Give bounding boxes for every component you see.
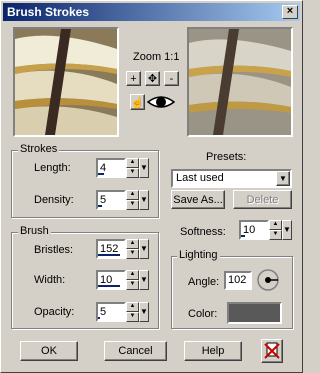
opacity-input[interactable]: 5 <box>96 302 126 322</box>
length-track <box>98 173 104 175</box>
bristles-track <box>98 254 120 256</box>
pan-button[interactable]: ✥ <box>145 71 160 86</box>
opacity-spinner[interactable]: 5 ▲ ▼ ▼ <box>96 302 149 322</box>
width-arrows[interactable]: ▲ ▼ <box>126 270 139 290</box>
bristles-dropdown[interactable]: ▼ <box>139 239 149 259</box>
lighting-group-label: Lighting <box>177 249 220 261</box>
length-input[interactable]: 4 <box>96 158 126 178</box>
before-preview-image <box>15 29 117 135</box>
eye-icon[interactable] <box>147 94 175 110</box>
angle-value: 102 <box>228 274 247 286</box>
save-as-button[interactable]: Save As... <box>171 190 225 209</box>
strokes-group-label: Strokes <box>18 143 60 155</box>
reset-glyph <box>264 342 280 359</box>
zoom-label: Zoom 1:1 <box>133 51 180 63</box>
presets-dropdown-arrow[interactable]: ▼ <box>276 171 290 186</box>
brush-strokes-dialog: Brush Strokes × Zoom 1:1 + ✥ - ☝ Strokes… <box>0 0 303 373</box>
width-label: Width: <box>34 274 66 286</box>
opacity-arrows[interactable]: ▲ ▼ <box>126 302 139 322</box>
hand-button[interactable]: ☝ <box>130 94 145 110</box>
softness-track <box>241 235 245 237</box>
opacity-label: Opacity: <box>34 306 75 318</box>
presets-selected: Last used <box>176 172 224 184</box>
softness-dropdown[interactable]: ▼ <box>282 220 292 240</box>
angle-dial[interactable] <box>256 268 280 292</box>
bristles-arrows[interactable]: ▲ ▼ <box>126 239 139 259</box>
bristles-label: Bristles: <box>34 244 74 256</box>
width-spinner[interactable]: 10 ▲ ▼ ▼ <box>96 270 149 290</box>
length-dropdown[interactable]: ▼ <box>139 158 149 178</box>
angle-label: Angle: <box>188 276 220 288</box>
length-arrows[interactable]: ▲ ▼ <box>126 158 139 178</box>
dialog-title: Brush Strokes <box>7 5 90 19</box>
opacity-value: 5 <box>100 306 107 318</box>
width-track <box>98 285 120 287</box>
angle-input[interactable]: 102 <box>224 271 252 290</box>
width-dropdown[interactable]: ▼ <box>139 270 149 290</box>
length-label: Length: <box>34 162 71 174</box>
before-preview <box>13 27 119 137</box>
density-dropdown[interactable]: ▼ <box>139 190 149 210</box>
presets-label: Presets: <box>206 151 247 163</box>
softness-input[interactable]: 10 <box>239 220 269 240</box>
density-input[interactable]: 5 <box>96 190 126 210</box>
cancel-button[interactable]: Cancel <box>104 341 167 361</box>
bristles-spinner[interactable]: 152 ▲ ▼ ▼ <box>96 239 149 259</box>
density-track <box>98 205 102 207</box>
length-spinner[interactable]: 4 ▲ ▼ ▼ <box>96 158 149 178</box>
opacity-track <box>98 317 100 319</box>
density-arrows[interactable]: ▲ ▼ <box>126 190 139 210</box>
zoom-out-button[interactable]: - <box>164 71 179 86</box>
presets-select[interactable]: Last used ▼ <box>171 169 292 188</box>
ok-button[interactable]: OK <box>20 341 78 361</box>
after-preview <box>187 27 293 137</box>
density-label: Density: <box>34 194 74 206</box>
after-preview-image <box>189 29 291 135</box>
zoom-in-button[interactable]: + <box>126 71 141 86</box>
softness-spinner[interactable]: 10 ▲ ▼ ▼ <box>239 220 292 240</box>
reset-icon[interactable] <box>261 339 283 363</box>
softness-label: Softness: <box>180 226 226 238</box>
title-bar: Brush Strokes × <box>3 3 300 21</box>
color-label: Color: <box>188 308 218 320</box>
softness-arrows[interactable]: ▲ ▼ <box>269 220 282 240</box>
opacity-dropdown[interactable]: ▼ <box>139 302 149 322</box>
width-input[interactable]: 10 <box>96 270 126 290</box>
delete-button[interactable]: Delete <box>233 190 292 209</box>
bristles-input[interactable]: 152 <box>96 239 126 259</box>
close-button[interactable]: × <box>282 5 298 19</box>
brush-group-label: Brush <box>18 225 51 237</box>
help-button[interactable]: Help <box>184 341 242 361</box>
color-swatch[interactable] <box>227 302 282 324</box>
density-spinner[interactable]: 5 ▲ ▼ ▼ <box>96 190 149 210</box>
